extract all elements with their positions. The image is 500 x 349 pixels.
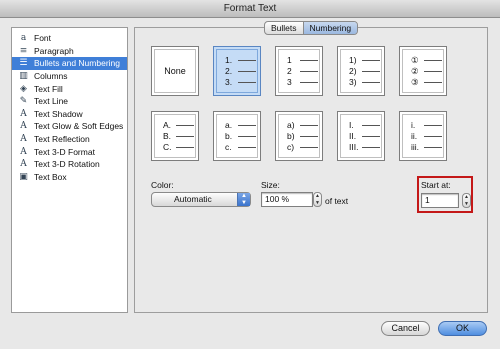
sidebar-item-label: Font	[34, 33, 52, 44]
category-list: a Font ≡ Paragraph ☰ Bullets and Numberi…	[11, 27, 128, 313]
marker: b.	[225, 131, 233, 141]
sidebar-item-text-shadow[interactable]: A Text Shadow	[12, 108, 127, 121]
marker: 2)	[349, 66, 357, 76]
font-icon: a	[20, 33, 27, 44]
cancel-button[interactable]: Cancel	[381, 321, 430, 336]
marker: 3	[287, 77, 292, 87]
sidebar-item-label: Text Shadow	[34, 108, 83, 119]
sidebar-item-paragraph[interactable]: ≡ Paragraph	[12, 45, 127, 58]
start-at-highlight	[417, 176, 473, 213]
sidebar-item-label: Text Box	[34, 171, 67, 182]
marker: 2.	[225, 66, 233, 76]
ok-button[interactable]: OK	[438, 321, 487, 336]
marker: ②	[411, 65, 419, 76]
numbering-style-lower-alpha[interactable]: a. b. c.	[213, 111, 261, 161]
marker: II.	[349, 131, 357, 141]
bullets-icon: ☰	[19, 58, 28, 69]
tab-bullets[interactable]: Bullets	[265, 22, 303, 34]
color-popup[interactable]: Automatic ▲ ▼	[151, 192, 251, 207]
size-suffix: of text	[325, 196, 349, 206]
columns-icon: ▥	[19, 71, 28, 82]
sidebar-item-label: Text Fill	[34, 83, 63, 94]
window-title: Format Text	[223, 3, 277, 14]
sidebar-item-text-box[interactable]: ▣ Text Box	[12, 171, 127, 184]
marker: iii.	[411, 142, 420, 152]
tab-switcher: Bullets Numbering	[264, 21, 359, 35]
sidebar-item-text-3d-format[interactable]: A Text 3-D Format	[12, 145, 127, 158]
sidebar-item-text-fill[interactable]: ◈ Text Fill	[12, 82, 127, 95]
numbering-style-none[interactable]: None	[151, 46, 199, 96]
text-glow-icon: A	[20, 121, 27, 132]
sidebar-item-columns[interactable]: ▥ Columns	[12, 70, 127, 83]
numbering-style-circled[interactable]: ① ② ③	[399, 46, 447, 96]
numbering-style-upper-roman[interactable]: I. II. III.	[337, 111, 385, 161]
sidebar-item-bullets-and-numbering[interactable]: ☰ Bullets and Numbering	[12, 57, 127, 70]
text-reflection-icon: A	[20, 134, 27, 145]
marker: b)	[287, 131, 295, 141]
pen-icon: ✎	[19, 96, 28, 107]
marker: a)	[287, 120, 295, 130]
marker: B.	[163, 131, 172, 141]
marker: 3.	[225, 77, 233, 87]
sidebar-item-text-reflection[interactable]: A Text Reflection	[12, 133, 127, 146]
numbering-style-1-plain[interactable]: 1 2 3	[275, 46, 323, 96]
text-shadow-icon: A	[20, 108, 27, 119]
color-value: Automatic	[174, 194, 212, 204]
marker: 2	[287, 66, 292, 76]
marker: I.	[349, 120, 354, 130]
text-3d-format-icon: A	[20, 146, 27, 157]
numbering-style-upper-alpha[interactable]: A. B. C.	[151, 111, 199, 161]
marker: ii.	[411, 131, 418, 141]
chevron-updown-icon: ▲ ▼	[237, 193, 250, 206]
sidebar-item-text-line[interactable]: ✎ Text Line	[12, 95, 127, 108]
marker: 1	[287, 55, 292, 65]
sidebar-item-font[interactable]: a Font	[12, 32, 127, 45]
size-input[interactable]: 100 %	[261, 192, 313, 207]
tab-numbering[interactable]: Numbering	[302, 22, 358, 34]
paragraph-icon: ≡	[19, 45, 28, 56]
none-label: None	[164, 66, 186, 76]
sidebar-item-label: Bullets and Numbering	[34, 58, 120, 69]
marker: a.	[225, 120, 233, 130]
marker: c)	[287, 142, 295, 152]
sidebar-item-label: Text 3-D Rotation	[34, 159, 100, 170]
sidebar-item-label: Text 3-D Format	[34, 146, 95, 157]
paint-bucket-icon: ◈	[20, 83, 27, 94]
color-label: Color:	[151, 180, 174, 190]
sidebar-item-label: Paragraph	[34, 45, 74, 56]
numbering-style-1-dot[interactable]: 1. 2. 3.	[213, 46, 261, 96]
numbering-style-lower-alpha-paren[interactable]: a) b) c)	[275, 111, 323, 161]
size-stepper[interactable]: ▲ ▼	[313, 192, 322, 207]
sidebar-item-label: Text Reflection	[34, 134, 90, 145]
marker: C.	[163, 142, 172, 152]
sidebar-item-label: Columns	[34, 71, 68, 82]
sidebar-item-text-glow[interactable]: A Text Glow & Soft Edges	[12, 120, 127, 133]
marker: A.	[163, 120, 172, 130]
size-value: 100 %	[265, 194, 290, 204]
sidebar-item-label: Text Glow & Soft Edges	[34, 121, 124, 132]
marker: ③	[411, 76, 419, 87]
marker: 1)	[349, 55, 357, 65]
numbering-style-1-paren[interactable]: 1) 2) 3)	[337, 46, 385, 96]
sidebar-item-label: Text Line	[34, 96, 69, 107]
text-3d-rotation-icon: A	[20, 159, 27, 170]
marker: III.	[349, 142, 359, 152]
marker: c.	[225, 142, 232, 152]
marker: 1.	[225, 55, 233, 65]
size-label: Size:	[261, 180, 280, 190]
window-titlebar: Format Text	[0, 0, 500, 18]
sidebar-item-text-3d-rotation[interactable]: A Text 3-D Rotation	[12, 158, 127, 171]
numbering-style-lower-roman[interactable]: i. ii. iii.	[399, 111, 447, 161]
marker: i.	[411, 120, 416, 130]
text-box-icon: ▣	[19, 171, 28, 182]
marker: ①	[411, 54, 419, 65]
marker: 3)	[349, 77, 357, 87]
